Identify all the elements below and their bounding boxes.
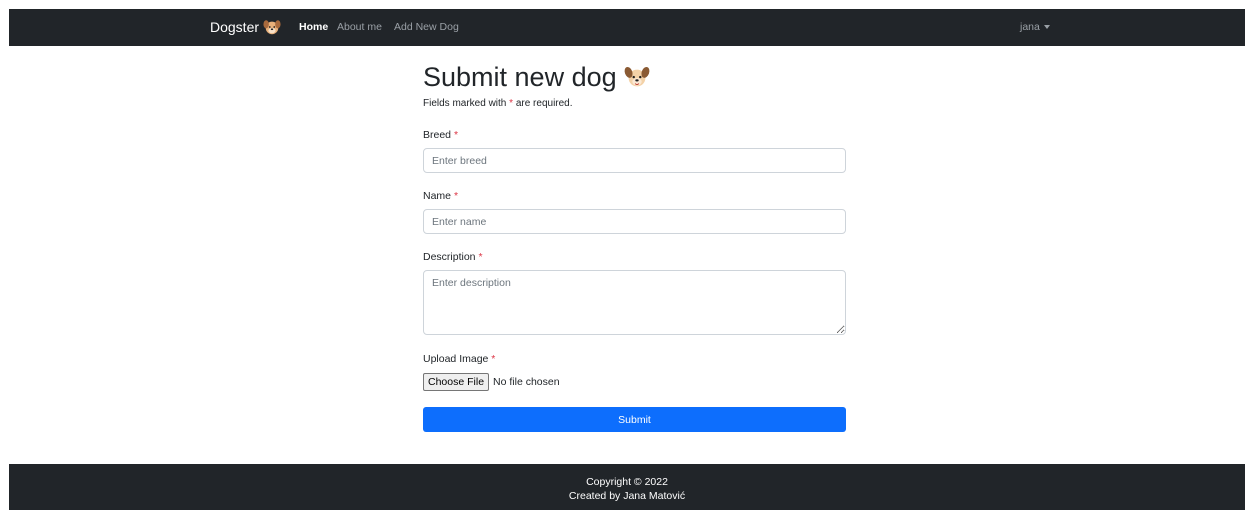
file-status: No file chosen bbox=[493, 376, 560, 388]
breed-label-text: Breed bbox=[423, 129, 452, 141]
user-dropdown[interactable]: jana bbox=[1020, 21, 1050, 33]
dog-icon bbox=[624, 66, 650, 86]
name-label-text: Name bbox=[423, 190, 452, 202]
dog-face-icon bbox=[263, 20, 281, 35]
name-input[interactable] bbox=[423, 209, 846, 234]
breed-label: Breed * bbox=[423, 129, 458, 141]
required-star: * bbox=[478, 251, 483, 263]
nav-link-add-new-dog[interactable]: Add New Dog bbox=[394, 21, 459, 33]
caret-down-icon bbox=[1043, 25, 1050, 29]
brand-link[interactable]: Dogster bbox=[210, 18, 281, 36]
page-title: Submit new dog bbox=[423, 62, 651, 93]
upload-image-label: Upload Image * bbox=[423, 353, 495, 365]
description-label-text: Description bbox=[423, 251, 476, 263]
required-note: Fields marked with * are required. bbox=[423, 98, 573, 109]
choose-file-button[interactable]: Choose File bbox=[423, 373, 490, 391]
brand-name: Dogster bbox=[210, 19, 260, 35]
description-label: Description * bbox=[423, 251, 483, 263]
required-star: * bbox=[491, 353, 496, 365]
required-note-prefix: Fields marked with bbox=[423, 98, 510, 109]
page-title-text: Submit new dog bbox=[423, 62, 617, 92]
required-star: * bbox=[453, 190, 459, 202]
submit-button[interactable]: Submit bbox=[423, 407, 846, 432]
file-upload: Choose File No file chosen bbox=[423, 373, 560, 391]
footer: Copyright © 2022 Created by Jana Matović bbox=[9, 464, 1245, 510]
breed-input[interactable] bbox=[423, 148, 846, 173]
upload-image-label-text: Upload Image bbox=[423, 353, 489, 365]
footer-created-by: Created by Jana Matović bbox=[568, 490, 686, 502]
description-textarea[interactable] bbox=[423, 270, 846, 335]
required-star: * bbox=[453, 129, 459, 141]
nav-link-about-me[interactable]: About me bbox=[337, 21, 382, 33]
name-label: Name * bbox=[423, 190, 458, 202]
nav-link-home[interactable]: Home bbox=[299, 21, 328, 33]
required-note-suffix: are required. bbox=[513, 98, 573, 109]
footer-copyright: Copyright © 2022 bbox=[586, 476, 668, 488]
top-navbar: Dogster Home About me Add New Dog jana bbox=[9, 9, 1245, 46]
user-name: jana bbox=[1020, 21, 1040, 33]
